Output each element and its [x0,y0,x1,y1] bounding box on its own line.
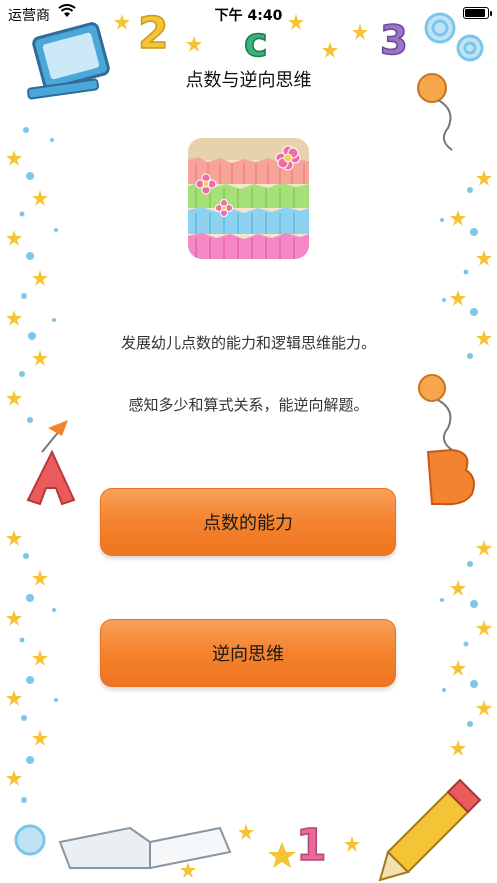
app-logo-icon [188,138,309,259]
battery-icon [463,7,492,19]
letter-b-icon [426,448,475,506]
book-icon [14,824,232,870]
number-1-icon: 1 [296,820,327,871]
status-bar: 运营商 下午 4:40 [0,0,497,28]
decorative-frame: 2 c 3 1 [6,7,492,882]
status-time: 下午 4:40 [214,8,283,24]
page-title: 点数与逆向思维 [185,70,312,91]
description-line-2: 感知多少和算式关系，能逆向解题。 [128,396,369,414]
pencil-icon [378,778,482,882]
reverse-thinking-label: 逆向思维 [212,644,284,665]
left-border-stars [6,150,48,786]
letter-a-icon [26,420,76,506]
description-line-1: 发展幼儿点数的能力和逻辑思维能力。 [120,334,376,352]
reverse-thinking-button[interactable]: 逆向思维 [100,619,396,687]
counting-ability-label: 点数的能力 [203,513,293,534]
counting-ability-button[interactable]: 点数的能力 [100,488,396,556]
